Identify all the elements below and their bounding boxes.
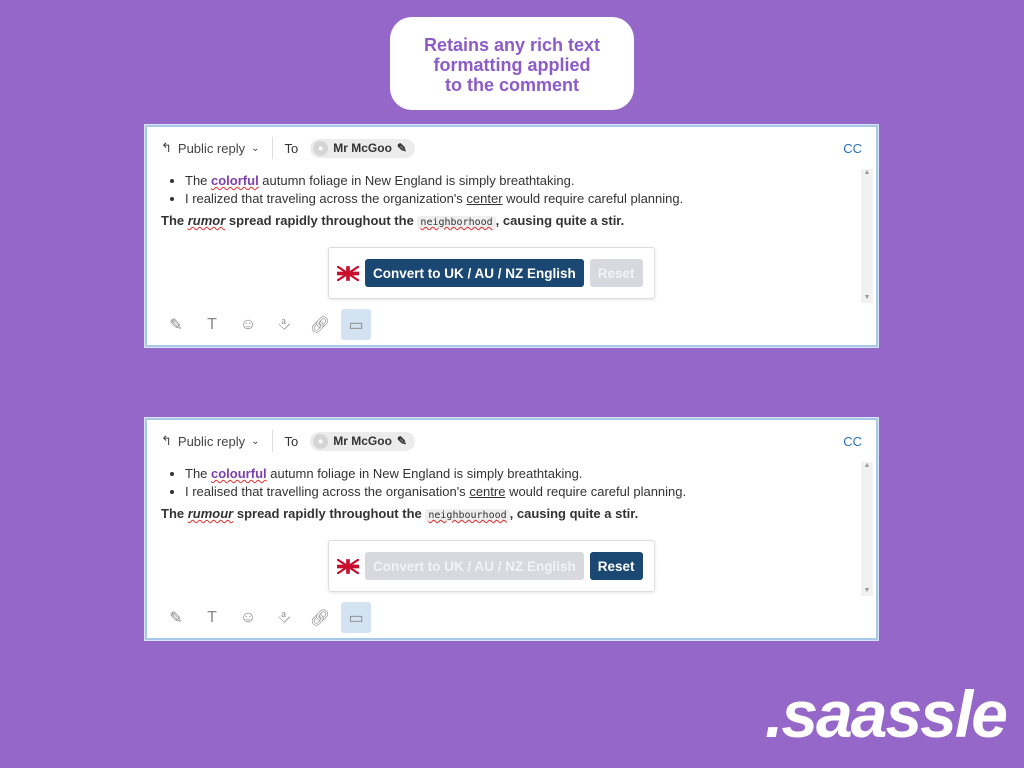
- reset-button[interactable]: Reset: [589, 552, 643, 580]
- callout-line: to the comment: [444, 75, 579, 95]
- reply-editor-panel: ↰ Public reply ⌄ To ● Mr McGoo ✎ CC The …: [144, 124, 879, 348]
- reply-arrow-icon: ↰: [161, 140, 172, 155]
- attachment-icon[interactable]: ⎀: [269, 309, 299, 340]
- text-format-icon[interactable]: T: [197, 602, 227, 633]
- uk-flag-icon: [337, 265, 359, 281]
- convert-widget: Convert to UK / AU / NZ English Reset: [328, 540, 655, 592]
- text-span: colorful: [211, 173, 259, 188]
- callout-line: Retains any rich text: [423, 35, 601, 55]
- text-span: autumn foliage in New England is simply …: [266, 466, 583, 481]
- text-span: The: [185, 466, 212, 481]
- reply-header: ↰ Public reply ⌄ To ● Mr McGoo ✎ CC: [161, 430, 862, 452]
- cc-link[interactable]: CC: [843, 141, 862, 156]
- chevron-down-icon: ⌄: [251, 435, 260, 447]
- avatar: ●: [313, 140, 329, 156]
- text-span: rumour: [187, 506, 234, 521]
- convert-button[interactable]: Convert to UK / AU / NZ English: [365, 552, 584, 580]
- editor-toolbar: ✎ T ☺ ⎀ 🔗︎ ▭: [161, 309, 371, 340]
- reply-arrow-icon: ↰: [161, 433, 172, 448]
- text-span: neighbourhood: [425, 509, 510, 522]
- list-item: I realised that travelling across the or…: [185, 483, 858, 501]
- text-span: The: [161, 506, 188, 521]
- to-label: To: [284, 140, 299, 156]
- text-span: autumn foliage in New England is simply …: [258, 173, 575, 188]
- text-span: spread rapidly throughout the: [225, 213, 418, 228]
- text-span: I realised that travelling across the or…: [185, 484, 470, 499]
- callout-line: formatting applied: [433, 55, 591, 75]
- scrollbar[interactable]: ▲ ▼: [861, 462, 873, 596]
- chevron-down-icon: ⌄: [251, 142, 260, 154]
- text-span: would require careful planning.: [505, 484, 687, 499]
- feature-callout: Retains any rich text formatting applied…: [390, 17, 634, 110]
- text-span: center: [466, 191, 503, 206]
- reply-type-label: Public reply: [177, 140, 246, 156]
- link-icon[interactable]: 🔗︎: [305, 602, 335, 633]
- list-item: The colorful autumn foliage in New Engla…: [185, 172, 858, 190]
- emoji-icon[interactable]: ☺: [233, 602, 263, 633]
- text-span: rumor: [187, 213, 226, 228]
- text-span: The: [185, 173, 212, 188]
- cc-link[interactable]: CC: [843, 434, 862, 449]
- convert-button[interactable]: Convert to UK / AU / NZ English: [365, 259, 584, 287]
- spelling-converter-icon[interactable]: ▭: [341, 602, 371, 633]
- convert-widget: Convert to UK / AU / NZ English Reset: [328, 247, 655, 299]
- text-span: The: [161, 213, 188, 228]
- text-span: colourful: [211, 466, 267, 481]
- avatar: ●: [313, 433, 329, 449]
- comment-body[interactable]: The colorful autumn foliage in New Engla…: [161, 172, 858, 232]
- text-span: spread rapidly throughout the: [233, 506, 426, 521]
- recipient-name: Mr McGoo: [333, 434, 392, 448]
- spelling-converter-icon[interactable]: ▭: [341, 309, 371, 340]
- compose-icon[interactable]: ✎: [161, 602, 191, 633]
- text-span: would require careful planning.: [502, 191, 684, 206]
- saassle-logo: .saassle: [765, 677, 1008, 751]
- editor-toolbar: ✎ T ☺ ⎀ 🔗︎ ▭: [161, 602, 371, 633]
- reply-type-label: Public reply: [177, 433, 246, 449]
- emoji-icon[interactable]: ☺: [233, 309, 263, 340]
- text-span: neighborhood: [417, 216, 496, 229]
- divider: [271, 430, 273, 452]
- text-span: , causing quite a stir.: [495, 213, 625, 228]
- divider: [271, 137, 273, 159]
- attachment-icon[interactable]: ⎀: [269, 602, 299, 633]
- recipient-chip[interactable]: ● Mr McGoo ✎: [310, 431, 415, 451]
- pencil-icon[interactable]: ✎: [397, 141, 407, 155]
- pencil-icon[interactable]: ✎: [397, 434, 407, 448]
- list-item: The colourful autumn foliage in New Engl…: [185, 465, 858, 483]
- reply-header: ↰ Public reply ⌄ To ● Mr McGoo ✎ CC: [161, 137, 862, 159]
- reply-type-dropdown[interactable]: ↰ Public reply ⌄: [161, 140, 260, 156]
- comment-body[interactable]: The colourful autumn foliage in New Engl…: [161, 465, 858, 525]
- text-format-icon[interactable]: T: [197, 309, 227, 340]
- text-span: centre: [469, 484, 506, 499]
- text-span: I realized that traveling across the org…: [185, 191, 467, 206]
- reply-type-dropdown[interactable]: ↰ Public reply ⌄: [161, 433, 260, 449]
- to-label: To: [284, 433, 299, 449]
- recipient-chip[interactable]: ● Mr McGoo ✎: [310, 138, 415, 158]
- paragraph: The rumour spread rapidly throughout the…: [161, 505, 858, 525]
- text-span: , causing quite a stir.: [509, 506, 639, 521]
- scrollbar[interactable]: ▲ ▼: [861, 169, 873, 303]
- paragraph: The rumor spread rapidly throughout the …: [161, 212, 858, 232]
- reset-button[interactable]: Reset: [589, 259, 643, 287]
- link-icon[interactable]: 🔗︎: [305, 309, 335, 340]
- uk-flag-icon: [337, 558, 359, 574]
- list-item: I realized that traveling across the org…: [185, 190, 858, 208]
- reply-editor-panel: ↰ Public reply ⌄ To ● Mr McGoo ✎ CC The …: [144, 417, 879, 641]
- compose-icon[interactable]: ✎: [161, 309, 191, 340]
- recipient-name: Mr McGoo: [333, 141, 392, 155]
